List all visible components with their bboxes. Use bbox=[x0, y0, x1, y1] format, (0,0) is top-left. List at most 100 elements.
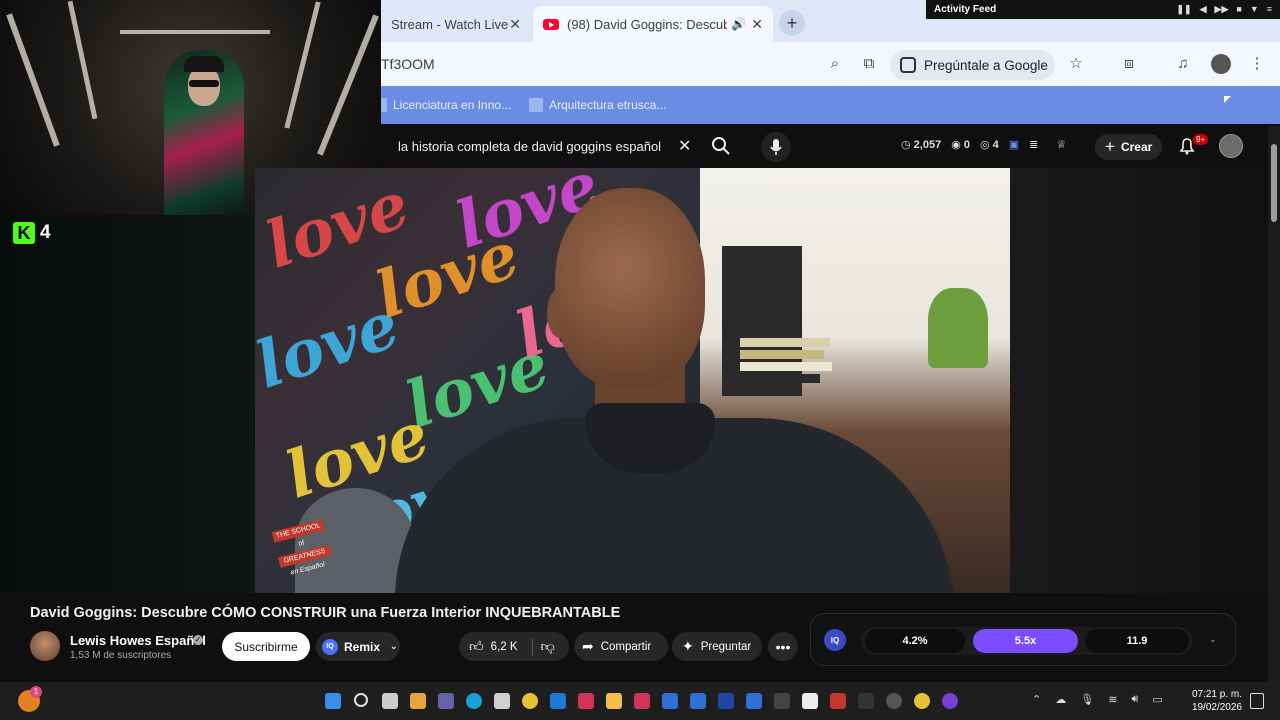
task-view-icon[interactable] bbox=[382, 693, 398, 709]
page-scrollbar[interactable] bbox=[1268, 126, 1280, 682]
tab-youtube-video[interactable]: (98) David Goggins: Descub 🔊 ✕ bbox=[533, 6, 773, 42]
menu-icon[interactable]: ≡ bbox=[1267, 4, 1272, 15]
notification-badge: 9+ bbox=[1193, 134, 1209, 145]
kick-logo-icon: K bbox=[13, 222, 35, 244]
url-field[interactable]: Tf3OOM bbox=[381, 56, 435, 72]
clock-date: 19/02/2026 bbox=[1191, 702, 1242, 713]
plus-icon: + bbox=[1105, 137, 1115, 156]
edge-icon[interactable] bbox=[466, 693, 482, 709]
streamer-sunglasses bbox=[189, 80, 219, 87]
remix-button[interactable]: IQ Remix ⌄ bbox=[316, 632, 400, 661]
create-button[interactable]: + Crear bbox=[1095, 134, 1163, 160]
app-icon[interactable] bbox=[746, 693, 762, 709]
volume-icon[interactable]: 🔊︎ bbox=[1131, 693, 1138, 706]
battery-icon[interactable]: ▭ bbox=[1152, 693, 1162, 706]
star-icon[interactable]: ☆ bbox=[1066, 54, 1086, 74]
app-icon[interactable] bbox=[690, 693, 706, 709]
store-icon[interactable] bbox=[494, 693, 510, 709]
thumbs-down-icon[interactable]: 👎︎ bbox=[541, 638, 555, 655]
iq-extension-icon[interactable]: ▣ bbox=[1009, 138, 1019, 151]
address-bar: Tf3OOM ⌕ ⧉ Pregúntale a Google ☆ ⧈ ♫ ⋮ bbox=[381, 42, 1280, 86]
document-icon[interactable] bbox=[802, 693, 818, 709]
cloud-icon[interactable]: ☁ bbox=[1055, 693, 1066, 706]
avatar[interactable] bbox=[1219, 134, 1243, 158]
app-icon[interactable] bbox=[858, 693, 874, 709]
notification-center-icon[interactable] bbox=[1250, 693, 1264, 709]
mute-icon[interactable]: ◀ bbox=[1200, 4, 1207, 15]
search-query: la historia completa de david goggins es… bbox=[398, 138, 662, 154]
iq-icon: IQ bbox=[322, 638, 338, 655]
book bbox=[740, 338, 830, 347]
folder-icon[interactable] bbox=[606, 693, 622, 709]
scrollbar-thumb[interactable] bbox=[1271, 144, 1277, 222]
like-count: 6,2 K bbox=[490, 640, 518, 653]
clear-search-icon[interactable]: ✕ bbox=[678, 136, 691, 156]
clock-time: 07:21 p. m. bbox=[1191, 689, 1242, 700]
stat-eye: 0 bbox=[963, 139, 970, 151]
bookmark-label: Arquitectura etrusca... bbox=[549, 98, 667, 112]
bookmark-icon bbox=[529, 98, 544, 112]
profile-icon[interactable] bbox=[1211, 54, 1231, 74]
close-icon[interactable]: ✕ bbox=[509, 16, 521, 33]
kebab-menu-icon[interactable]: ⋮ bbox=[1247, 54, 1267, 74]
ask-button[interactable]: ✦ Preguntar bbox=[672, 632, 762, 661]
like-dislike-group[interactable]: 👍︎ 6,2 K 👎︎ bbox=[459, 632, 569, 661]
stat-views: 2,057 bbox=[913, 139, 942, 151]
new-tab-button[interactable]: + bbox=[779, 10, 805, 36]
channel-avatar[interactable] bbox=[30, 631, 60, 661]
create-label: Crear bbox=[1120, 140, 1153, 154]
list-icon[interactable]: ≣ bbox=[1029, 138, 1038, 151]
install-icon[interactable]: ⧉ bbox=[859, 54, 879, 74]
metric-multiplier[interactable]: 5.5x bbox=[973, 629, 1078, 653]
speaker-icon[interactable]: 🔊 bbox=[731, 17, 746, 31]
skip-icon[interactable]: ▶▶ bbox=[1215, 4, 1229, 15]
ask-label: Preguntar bbox=[700, 640, 752, 653]
share-button[interactable]: ➦ Compartir bbox=[574, 632, 668, 661]
ask-google-button[interactable]: Pregúntale a Google bbox=[890, 50, 1055, 80]
viewer-count: 4 bbox=[40, 222, 51, 243]
app-icon[interactable] bbox=[634, 693, 650, 709]
close-icon[interactable]: ✕ bbox=[751, 16, 763, 33]
trash-icon[interactable]: ■ bbox=[1236, 4, 1241, 15]
app-icon[interactable] bbox=[774, 693, 790, 709]
microphone-button[interactable] bbox=[761, 132, 791, 162]
chevron-down-icon[interactable]: ⌄ bbox=[1209, 634, 1217, 645]
bookmark-item[interactable]: Arquitectura etrusca... bbox=[529, 98, 666, 112]
subscribe-button[interactable]: Suscribirme bbox=[222, 632, 310, 661]
media-icon[interactable]: ♫ bbox=[1173, 54, 1193, 74]
subscriber-count: 1,53 M de suscriptores bbox=[70, 650, 172, 661]
system-clock[interactable]: 07:21 p. m. 19/02/2026 bbox=[1186, 688, 1242, 714]
pause-icon[interactable]: ❚❚ bbox=[1177, 4, 1192, 15]
start-icon[interactable] bbox=[325, 693, 341, 709]
app-icon[interactable] bbox=[662, 693, 678, 709]
chrome-icon[interactable] bbox=[914, 693, 930, 709]
wifi-icon[interactable]: ≋ bbox=[1108, 693, 1117, 706]
app-icon[interactable] bbox=[830, 693, 846, 709]
app-icon[interactable] bbox=[886, 693, 902, 709]
copilot-icon[interactable] bbox=[410, 693, 426, 709]
tab-stream[interactable]: Stream - Watch Live ✕ bbox=[381, 6, 531, 42]
chevron-down-icon: ⌄ bbox=[390, 641, 398, 651]
app-icon[interactable] bbox=[942, 693, 958, 709]
metric-engagement[interactable]: 4.2% bbox=[865, 629, 965, 653]
youtube-header: la historia completa de david goggins es… bbox=[381, 124, 1268, 168]
app-icon[interactable] bbox=[718, 693, 734, 709]
trophy-icon[interactable]: ♕ bbox=[1056, 138, 1066, 151]
metric-score[interactable]: 11.9 bbox=[1085, 629, 1189, 653]
search-icon[interactable] bbox=[711, 136, 731, 156]
more-actions-button[interactable]: ••• bbox=[768, 632, 798, 661]
zoom-icon[interactable]: ⌕ bbox=[825, 54, 845, 74]
app-icon[interactable] bbox=[578, 693, 594, 709]
app-icon[interactable] bbox=[550, 693, 566, 709]
microphone-icon[interactable]: 🎙︎ bbox=[1080, 693, 1094, 706]
filter-icon[interactable]: ▼ bbox=[1250, 4, 1259, 15]
chevron-up-icon[interactable]: ⌃ bbox=[1032, 693, 1041, 706]
extensions-icon[interactable]: ⧈ bbox=[1119, 54, 1139, 74]
channel-name[interactable]: Lewis Howes Español bbox=[70, 633, 206, 648]
search-icon[interactable] bbox=[354, 693, 368, 707]
teams-icon[interactable] bbox=[438, 693, 454, 709]
video-player[interactable]: love love love love love love love love … bbox=[255, 168, 1010, 593]
bookmark-item[interactable]: Licenciatura en Inno... bbox=[381, 98, 511, 112]
thumbs-up-icon[interactable]: 👍︎ bbox=[469, 638, 484, 655]
chrome-icon[interactable] bbox=[522, 693, 538, 709]
